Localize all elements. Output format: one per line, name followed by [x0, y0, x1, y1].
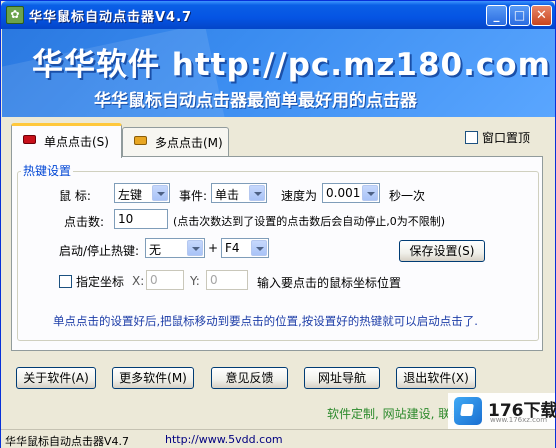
custom-service-text[interactable]: 软件定制, 网站建设, 联系: [327, 405, 462, 422]
select-value: 单击: [215, 188, 240, 202]
red-square-icon: [23, 135, 36, 144]
groupbox-legend: 热键设置: [21, 162, 74, 179]
x-coord-input[interactable]: 0: [146, 270, 184, 290]
minimize-button[interactable]: _: [486, 5, 507, 26]
hotkey-key-select[interactable]: F4: [221, 238, 269, 258]
hotkey-label: 启动/停止热键:: [59, 244, 140, 258]
title-bar[interactable]: ✿ 华华鼠标自动点击器V4.7 _ □ ✕: [1, 1, 555, 29]
input-value: 0: [210, 273, 218, 287]
banner: 华华软件 http://pc.mz180.com 华华鼠标自动点击器最简单最好用…: [2, 29, 555, 117]
speed-unit-label: 秒一次: [389, 189, 426, 203]
event-label: 事件:: [179, 189, 208, 203]
count-hint: (点击次数达到了设置的点击数后会自动停止,0为不限制): [173, 215, 446, 228]
topmost-label: 窗口置顶: [482, 131, 531, 145]
app-window: ✿ 华华鼠标自动点击器V4.7 _ □ ✕ 华华软件 http://pc.mz1…: [0, 0, 556, 448]
specify-coord-label: 指定坐标: [76, 275, 125, 289]
hotkey-modifier-select[interactable]: 无: [145, 238, 205, 258]
feedback-button[interactable]: 意见反馈: [211, 367, 288, 389]
watermark-sub: www.176xz.com: [490, 416, 548, 424]
status-url-link[interactable]: http://www.5vdd.com: [165, 433, 283, 446]
speed-label: 速度为: [281, 189, 318, 203]
click-count-input[interactable]: 10: [114, 209, 168, 229]
chevron-down-icon[interactable]: [187, 240, 203, 256]
y-coord-input[interactable]: 0: [206, 270, 248, 290]
window-title: 华华鼠标自动点击器V4.7: [29, 10, 193, 25]
event-select[interactable]: 单击: [211, 183, 267, 203]
checkbox-box[interactable]: [59, 275, 72, 288]
app-icon: ✿: [6, 6, 24, 24]
speed-select[interactable]: 0.001: [322, 183, 380, 203]
tab-single-click[interactable]: 单点点击(S): [11, 123, 122, 158]
watermark: 176下载网 www.176xz.com: [448, 393, 556, 429]
exit-button[interactable]: 退出软件(X): [396, 367, 476, 389]
x-label: X:: [132, 274, 145, 288]
input-value: 0: [150, 273, 158, 287]
y-label: Y:: [190, 274, 200, 288]
maximize-button[interactable]: □: [509, 5, 530, 26]
more-software-button[interactable]: 更多软件(M): [112, 367, 194, 389]
tab-label: 多点点击(M): [155, 136, 223, 150]
mouse-button-select[interactable]: 左键: [114, 183, 170, 203]
chevron-down-icon[interactable]: [249, 185, 265, 201]
status-bar: 华华鼠标自动点击器V4.7 http://www.5vdd.com: [1, 429, 555, 448]
topmost-checkbox[interactable]: 窗口置顶: [465, 129, 530, 146]
plus-label: +: [208, 241, 219, 255]
chevron-down-icon[interactable]: [362, 185, 378, 201]
nav-button[interactable]: 网址导航: [304, 367, 380, 389]
select-value: 0.001: [326, 186, 361, 200]
select-value: 无: [149, 243, 162, 257]
coord-hint: 输入要点击的鼠标坐标位置: [257, 276, 402, 290]
chevron-down-icon[interactable]: [251, 240, 267, 256]
select-value: 左键: [118, 188, 143, 202]
download-site-logo: [454, 397, 482, 425]
input-value: 10: [118, 212, 134, 226]
usage-note: 单点点击的设置好后,把鼠标移动到要点击的位置,按设置好的热键就可以启动点击了.: [53, 314, 478, 328]
checkbox-box[interactable]: [465, 131, 478, 144]
specify-coord-checkbox[interactable]: 指定坐标: [59, 273, 124, 290]
chevron-down-icon[interactable]: [152, 185, 168, 201]
tab-multi-click[interactable]: 多点点击(M): [122, 127, 229, 157]
tab-label: 单点点击(S): [44, 135, 109, 149]
banner-title: 华华软件 http://pc.mz180.com: [32, 47, 551, 83]
select-value: F4: [225, 241, 240, 255]
mouse-label: 鼠 标:: [59, 189, 91, 203]
save-settings-button[interactable]: 保存设置(S): [399, 240, 485, 262]
banner-subtitle: 华华鼠标自动点击器最简单最好用的点击器: [94, 91, 417, 111]
orange-square-icon: [134, 136, 147, 145]
close-button[interactable]: ✕: [531, 5, 552, 26]
status-app-name: 华华鼠标自动点击器V4.7: [5, 435, 130, 448]
about-button[interactable]: 关于软件(A): [16, 367, 96, 389]
count-label: 点击数:: [64, 215, 105, 229]
